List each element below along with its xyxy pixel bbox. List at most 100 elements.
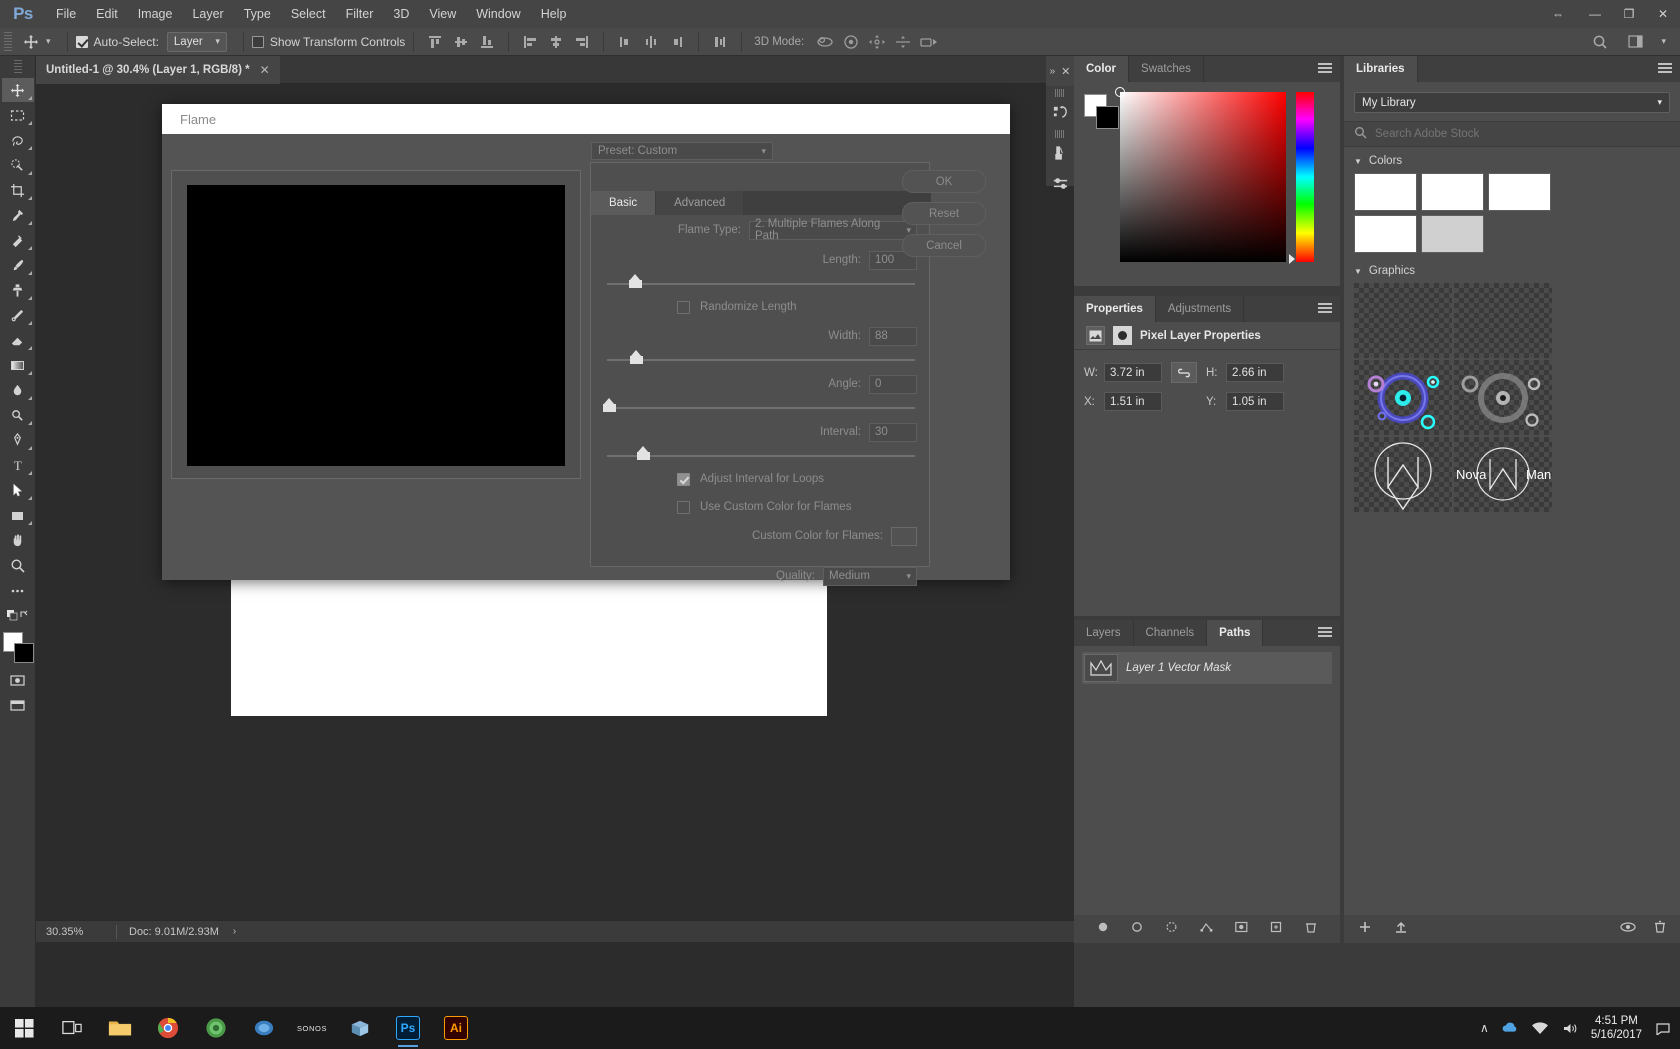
clock[interactable]: 4:51 PM 5/16/2017 bbox=[1591, 1014, 1642, 1042]
volume-icon[interactable] bbox=[1561, 1019, 1579, 1037]
menu-select[interactable]: Select bbox=[281, 0, 336, 28]
search-adobe-stock-row[interactable] bbox=[1344, 121, 1680, 147]
close-icon[interactable]: ✕ bbox=[260, 63, 270, 77]
3d-slide-icon[interactable] bbox=[890, 31, 916, 53]
interval-slider[interactable] bbox=[607, 446, 915, 465]
color-picker-field[interactable] bbox=[1115, 87, 1286, 262]
3d-scale-icon[interactable] bbox=[916, 31, 942, 53]
hue-strip[interactable] bbox=[1296, 92, 1314, 262]
align-left-edges-icon[interactable] bbox=[517, 31, 543, 53]
align-top-edges-icon[interactable] bbox=[422, 31, 448, 53]
width-input[interactable]: 88 bbox=[869, 326, 917, 346]
3d-pan-icon[interactable] bbox=[864, 31, 890, 53]
brush-panel-icon[interactable] bbox=[1046, 138, 1074, 168]
library-dropdown[interactable]: My Library ▾ bbox=[1354, 92, 1670, 113]
graphics-section-header[interactable]: ▼ Graphics bbox=[1344, 257, 1680, 283]
photoshop-taskbar-icon[interactable]: Ps bbox=[384, 1007, 432, 1049]
history-panel-icon[interactable] bbox=[1046, 97, 1074, 127]
task-view-button[interactable] bbox=[48, 1007, 96, 1049]
menu-view[interactable]: View bbox=[419, 0, 466, 28]
3d-orbit-icon[interactable] bbox=[812, 31, 838, 53]
menu-file[interactable]: File bbox=[46, 0, 86, 28]
library-graphic-item[interactable] bbox=[1354, 283, 1452, 358]
menu-edit[interactable]: Edit bbox=[86, 0, 128, 28]
tab-channels[interactable]: Channels bbox=[1133, 620, 1208, 646]
document-tab[interactable]: Untitled-1 @ 30.4% (Layer 1, RGB/8) * ✕ bbox=[36, 56, 280, 84]
tool-history-brush[interactable] bbox=[2, 303, 34, 327]
reset-button[interactable]: Reset bbox=[902, 202, 986, 225]
options-bar-grip[interactable] bbox=[4, 31, 12, 52]
tool-eyedropper[interactable] bbox=[2, 203, 34, 227]
use-custom-color-checkbox[interactable] bbox=[677, 500, 690, 514]
teams-icon[interactable] bbox=[240, 1007, 288, 1049]
document-canvas[interactable] bbox=[231, 575, 827, 716]
library-swatch[interactable] bbox=[1488, 173, 1551, 211]
align-bottom-edges-icon[interactable] bbox=[474, 31, 500, 53]
color-picker-marker[interactable] bbox=[1115, 87, 1125, 97]
h-input[interactable]: 2.66 in bbox=[1226, 363, 1284, 382]
library-swatch[interactable] bbox=[1421, 173, 1484, 211]
x-input[interactable]: 1.51 in bbox=[1104, 392, 1162, 411]
background-color-swatch[interactable] bbox=[1096, 106, 1119, 129]
tool-clone-stamp[interactable] bbox=[2, 278, 34, 302]
tab-advanced[interactable]: Advanced bbox=[656, 191, 745, 215]
auto-select-checkbox[interactable] bbox=[75, 35, 88, 48]
quality-dropdown[interactable]: Medium ▾ bbox=[823, 566, 917, 586]
search-icon[interactable] bbox=[1587, 31, 1613, 53]
firefox-icon[interactable] bbox=[192, 1007, 240, 1049]
add-library-icon[interactable] bbox=[1358, 920, 1372, 939]
close-button[interactable]: ✕ bbox=[1646, 0, 1680, 28]
tool-move[interactable] bbox=[1, 78, 34, 102]
cancel-button[interactable]: Cancel bbox=[902, 234, 986, 257]
library-swatch[interactable] bbox=[1421, 215, 1484, 253]
network-icon[interactable] bbox=[1531, 1019, 1549, 1037]
restore-arrows-icon[interactable]: ⇔ bbox=[1538, 0, 1578, 28]
tool-lasso[interactable] bbox=[2, 128, 34, 152]
tool-blur[interactable] bbox=[2, 378, 34, 402]
ok-button[interactable]: OK bbox=[902, 170, 986, 193]
menu-window[interactable]: Window bbox=[466, 0, 530, 28]
slider-thumb[interactable] bbox=[630, 350, 643, 364]
path-list-item[interactable]: Layer 1 Vector Mask bbox=[1082, 652, 1332, 684]
zoom-level[interactable]: 30.35% bbox=[36, 926, 116, 938]
workspace-icon[interactable] bbox=[1623, 31, 1649, 53]
flame-dialog[interactable]: Flame Preset: Custom ▾ Basic Advanced Fl… bbox=[162, 104, 1010, 586]
background-color-swatch[interactable] bbox=[13, 643, 34, 663]
tool-zoom[interactable] bbox=[2, 553, 34, 577]
menu-layer[interactable]: Layer bbox=[182, 0, 233, 28]
tool-spot-healing-brush[interactable] bbox=[2, 228, 34, 252]
load-selection-icon[interactable] bbox=[1165, 920, 1178, 938]
rail-grip[interactable] bbox=[1055, 89, 1065, 97]
tools-panel-grip[interactable] bbox=[13, 60, 22, 74]
menu-type[interactable]: Type bbox=[234, 0, 281, 28]
panel-menu-icon[interactable] bbox=[1318, 627, 1332, 638]
tool-gradient[interactable] bbox=[2, 353, 34, 377]
rail-grip[interactable] bbox=[1055, 130, 1065, 138]
tab-libraries[interactable]: Libraries bbox=[1344, 56, 1418, 82]
distribute-right-icon[interactable] bbox=[664, 31, 690, 53]
minimize-button[interactable]: — bbox=[1578, 0, 1612, 28]
tab-layers[interactable]: Layers bbox=[1074, 620, 1134, 646]
distribute-left-icon[interactable] bbox=[612, 31, 638, 53]
tool-preset-chevron-icon[interactable]: ▾ bbox=[44, 36, 59, 47]
panel-menu-icon[interactable] bbox=[1318, 303, 1332, 314]
close-icon[interactable]: ✕ bbox=[1061, 65, 1070, 78]
library-graphic-item[interactable] bbox=[1354, 437, 1452, 512]
panel-menu-icon[interactable] bbox=[1658, 63, 1672, 74]
file-explorer-icon[interactable] bbox=[96, 1007, 144, 1049]
auto-select-scope-dropdown[interactable]: Layer ▾ bbox=[166, 31, 227, 52]
custom-color-swatch[interactable] bbox=[891, 526, 917, 546]
align-right-edges-icon[interactable] bbox=[569, 31, 595, 53]
tab-color[interactable]: Color bbox=[1074, 56, 1130, 82]
store-icon[interactable] bbox=[336, 1007, 384, 1049]
fill-path-icon[interactable] bbox=[1097, 920, 1109, 938]
slider-thumb[interactable] bbox=[629, 274, 642, 288]
tab-properties[interactable]: Properties bbox=[1074, 296, 1156, 322]
tab-swatches[interactable]: Swatches bbox=[1129, 56, 1204, 82]
menu-filter[interactable]: Filter bbox=[336, 0, 384, 28]
tool-rectangle[interactable] bbox=[2, 503, 34, 527]
tool-edit-toolbar[interactable] bbox=[2, 578, 34, 602]
start-button[interactable] bbox=[0, 1007, 48, 1049]
add-mask-icon[interactable] bbox=[1235, 920, 1248, 938]
workspace-chevron-icon[interactable]: ▾ bbox=[1659, 36, 1674, 47]
